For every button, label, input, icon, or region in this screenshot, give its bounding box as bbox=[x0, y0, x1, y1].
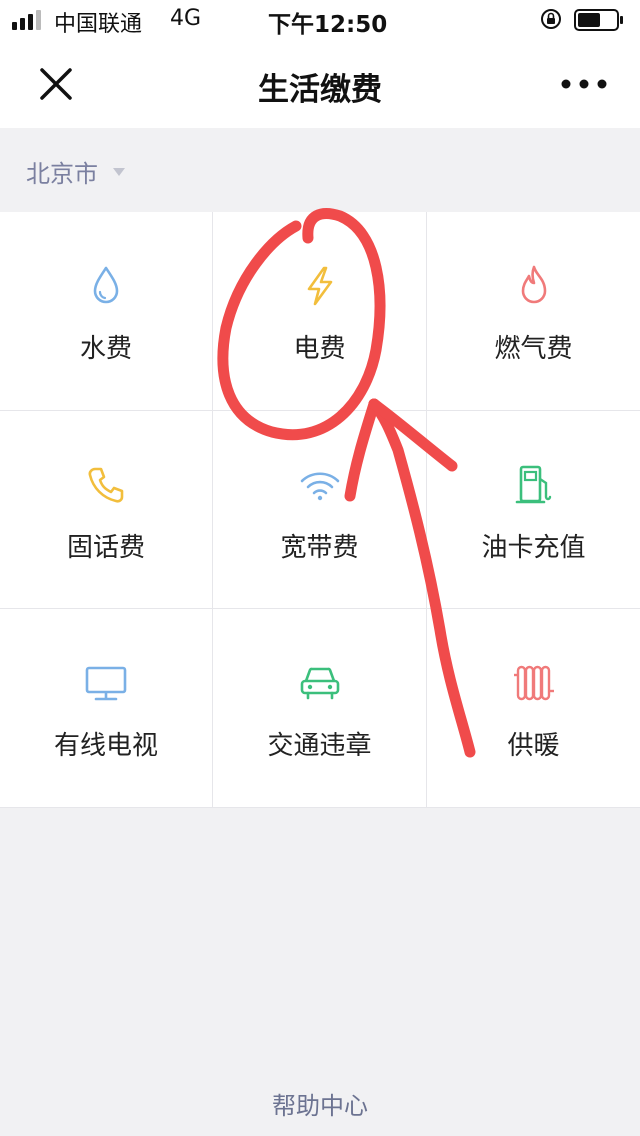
rotation-lock-icon bbox=[541, 9, 561, 29]
service-label: 水费 bbox=[79, 334, 132, 364]
flame-icon bbox=[521, 265, 546, 304]
service-label: 有线电视 bbox=[53, 731, 158, 761]
service-traffic-violation[interactable]: 交通违章 bbox=[213, 609, 427, 808]
service-landline[interactable]: 固话费 bbox=[0, 411, 213, 609]
carrier-name: 中国联通 bbox=[54, 12, 143, 37]
service-fuel-card[interactable]: 油卡充值 bbox=[427, 411, 640, 609]
service-label: 固话费 bbox=[66, 533, 145, 563]
lightning-icon bbox=[307, 266, 332, 306]
service-label: 交通违章 bbox=[267, 731, 372, 761]
signal-strength-icon bbox=[12, 10, 41, 30]
city-name: 北京市 bbox=[26, 160, 98, 188]
close-icon bbox=[40, 68, 72, 100]
service-label: 供暖 bbox=[507, 731, 560, 761]
service-heating[interactable]: 供暖 bbox=[427, 609, 640, 808]
close-button[interactable] bbox=[28, 62, 84, 106]
phone-icon bbox=[88, 467, 124, 503]
car-icon bbox=[300, 667, 339, 700]
network-type: 4G bbox=[170, 6, 202, 31]
page-title: 生活缴费 bbox=[258, 72, 382, 108]
fuel-pump-icon bbox=[515, 465, 551, 504]
service-water[interactable]: 水费 bbox=[0, 212, 213, 411]
radiator-icon bbox=[513, 665, 554, 701]
service-electricity[interactable]: 电费 bbox=[213, 212, 427, 411]
service-label: 宽带费 bbox=[280, 533, 359, 563]
more-icon bbox=[561, 79, 607, 89]
service-label: 电费 bbox=[293, 334, 346, 364]
tv-icon bbox=[85, 666, 127, 701]
wifi-icon bbox=[300, 472, 339, 501]
status-bar: 中国联通 4G 下午12:50 bbox=[0, 0, 640, 40]
navigation-bar: 生活缴费 bbox=[0, 40, 640, 128]
service-label: 油卡充值 bbox=[481, 533, 586, 563]
service-label: 燃气费 bbox=[494, 334, 573, 364]
caret-down-icon bbox=[113, 167, 126, 176]
more-options-button[interactable] bbox=[554, 62, 614, 106]
water-drop-icon bbox=[93, 266, 119, 304]
status-time: 下午12:50 bbox=[268, 12, 388, 38]
city-bar: 北京市 bbox=[0, 128, 640, 212]
help-center-link[interactable]: 帮助中心 bbox=[0, 1086, 640, 1121]
city-selector[interactable]: 北京市 bbox=[26, 154, 126, 188]
battery-icon bbox=[574, 9, 623, 31]
service-grid: 水费 电费 燃气费 固话费 宽带费 油卡充值 有线电视 交通违章 供暖 bbox=[0, 212, 640, 808]
service-gas[interactable]: 燃气费 bbox=[427, 212, 640, 411]
service-cable-tv[interactable]: 有线电视 bbox=[0, 609, 213, 808]
service-broadband[interactable]: 宽带费 bbox=[213, 411, 427, 609]
